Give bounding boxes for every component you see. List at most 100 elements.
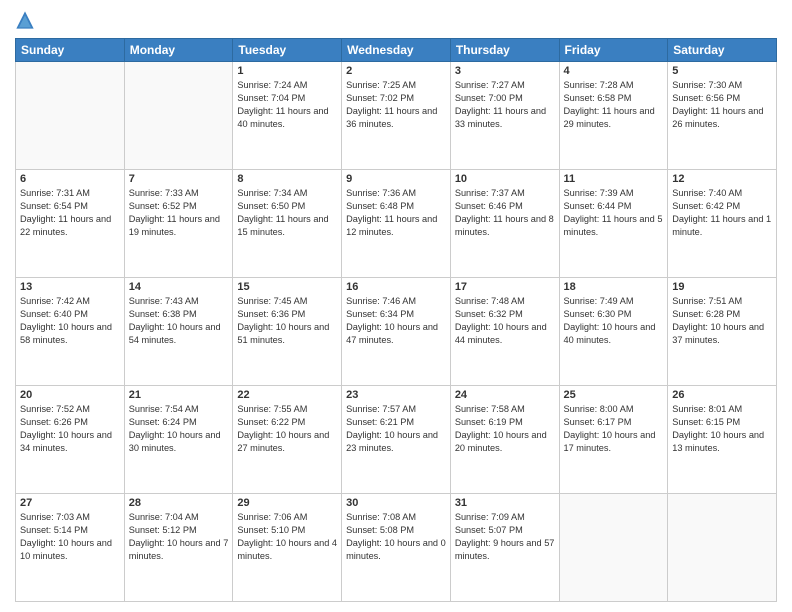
day-number: 23 — [346, 389, 446, 401]
day-number: 16 — [346, 281, 446, 293]
calendar-cell — [16, 62, 125, 170]
day-info: Sunrise: 7:55 AMSunset: 6:22 PMDaylight:… — [237, 403, 337, 455]
day-info: Sunrise: 7:27 AMSunset: 7:00 PMDaylight:… — [455, 79, 555, 131]
day-number: 30 — [346, 497, 446, 509]
calendar-cell: 26Sunrise: 8:01 AMSunset: 6:15 PMDayligh… — [668, 386, 777, 494]
calendar-cell — [559, 494, 668, 602]
calendar-cell: 22 Sunrise: 7:55 AMSunset: 6:22 PMDayligh… — [233, 386, 342, 494]
day-info: Sunrise: 7:03 AMSunset: 5:14 PMDaylight:… — [20, 511, 120, 563]
day-number: 12 — [672, 173, 772, 185]
day-info: Sunrise: 7:58 AMSunset: 6:19 PMDaylight:… — [455, 403, 555, 455]
day-number: 17 — [455, 281, 555, 293]
calendar-cell: 21 Sunrise: 7:54 AMSunset: 6:24 PMDayligh… — [124, 386, 233, 494]
day-info: Sunrise: 7:45 AMSunset: 6:36 PMDaylight:… — [237, 295, 337, 347]
day-number: 4 — [564, 65, 664, 77]
calendar-week-2: 6 Sunrise: 7:31 AMSunset: 6:54 PMDaylight… — [16, 170, 777, 278]
calendar-cell: 10 Sunrise: 7:37 AMSunset: 6:46 PMDayligh… — [450, 170, 559, 278]
weekday-header-sunday: Sunday — [16, 39, 125, 62]
calendar-cell: 13Sunrise: 7:42 AMSunset: 6:40 PMDayligh… — [16, 278, 125, 386]
calendar-cell: 23Sunrise: 7:57 AMSunset: 6:21 PMDayligh… — [342, 386, 451, 494]
calendar-cell: 31Sunrise: 7:09 AMSunset: 5:07 PMDayligh… — [450, 494, 559, 602]
day-number: 7 — [129, 173, 229, 185]
calendar-cell: 1 Sunrise: 7:24 AMSunset: 7:04 PMDaylight… — [233, 62, 342, 170]
day-info: Sunrise: 7:24 AMSunset: 7:04 PMDaylight:… — [237, 79, 337, 131]
day-info: Sunrise: 7:30 AMSunset: 6:56 PMDaylight:… — [672, 79, 772, 131]
day-number: 27 — [20, 497, 120, 509]
day-number: 3 — [455, 65, 555, 77]
day-info: Sunrise: 7:36 AMSunset: 6:48 PMDaylight:… — [346, 187, 446, 239]
day-number: 1 — [237, 65, 337, 77]
day-info: Sunrise: 7:37 AMSunset: 6:46 PMDaylight:… — [455, 187, 555, 239]
calendar-cell: 18 Sunrise: 7:49 AMSunset: 6:30 PMDayligh… — [559, 278, 668, 386]
weekday-header-row: SundayMondayTuesdayWednesdayThursdayFrid… — [16, 39, 777, 62]
day-info: Sunrise: 7:28 AMSunset: 6:58 PMDaylight:… — [564, 79, 664, 131]
day-info: Sunrise: 7:25 AMSunset: 7:02 PMDaylight:… — [346, 79, 446, 131]
day-info: Sunrise: 7:40 AMSunset: 6:42 PMDaylight:… — [672, 187, 772, 239]
calendar-cell: 25Sunrise: 8:00 AMSunset: 6:17 PMDayligh… — [559, 386, 668, 494]
calendar-cell: 9 Sunrise: 7:36 AMSunset: 6:48 PMDaylight… — [342, 170, 451, 278]
calendar-cell: 14Sunrise: 7:43 AMSunset: 6:38 PMDayligh… — [124, 278, 233, 386]
weekday-header-wednesday: Wednesday — [342, 39, 451, 62]
day-number: 28 — [129, 497, 229, 509]
weekday-header-thursday: Thursday — [450, 39, 559, 62]
calendar-cell: 11Sunrise: 7:39 AMSunset: 6:44 PMDayligh… — [559, 170, 668, 278]
calendar-cell: 30 Sunrise: 7:08 AMSunset: 5:08 PMDayligh… — [342, 494, 451, 602]
calendar-table: SundayMondayTuesdayWednesdayThursdayFrid… — [15, 38, 777, 602]
day-number: 26 — [672, 389, 772, 401]
weekday-header-friday: Friday — [559, 39, 668, 62]
calendar-cell: 12 Sunrise: 7:40 AMSunset: 6:42 PMDayligh… — [668, 170, 777, 278]
weekday-header-saturday: Saturday — [668, 39, 777, 62]
day-number: 22 — [237, 389, 337, 401]
day-info: Sunrise: 7:08 AMSunset: 5:08 PMDaylight:… — [346, 511, 446, 563]
day-number: 19 — [672, 281, 772, 293]
calendar-cell: 4 Sunrise: 7:28 AMSunset: 6:58 PMDaylight… — [559, 62, 668, 170]
calendar-cell: 29 Sunrise: 7:06 AMSunset: 5:10 PMDayligh… — [233, 494, 342, 602]
weekday-header-monday: Monday — [124, 39, 233, 62]
day-number: 21 — [129, 389, 229, 401]
day-info: Sunrise: 7:34 AMSunset: 6:50 PMDaylight:… — [237, 187, 337, 239]
day-number: 9 — [346, 173, 446, 185]
calendar-cell — [124, 62, 233, 170]
day-number: 24 — [455, 389, 555, 401]
calendar-cell: 20Sunrise: 7:52 AMSunset: 6:26 PMDayligh… — [16, 386, 125, 494]
day-number: 8 — [237, 173, 337, 185]
weekday-header-tuesday: Tuesday — [233, 39, 342, 62]
day-number: 6 — [20, 173, 120, 185]
day-info: Sunrise: 7:52 AMSunset: 6:26 PMDaylight:… — [20, 403, 120, 455]
day-number: 25 — [564, 389, 664, 401]
calendar-cell: 27 Sunrise: 7:03 AMSunset: 5:14 PMDayligh… — [16, 494, 125, 602]
calendar-cell: 6 Sunrise: 7:31 AMSunset: 6:54 PMDaylight… — [16, 170, 125, 278]
day-number: 29 — [237, 497, 337, 509]
calendar-week-5: 27 Sunrise: 7:03 AMSunset: 5:14 PMDayligh… — [16, 494, 777, 602]
calendar-cell: 17 Sunrise: 7:48 AMSunset: 6:32 PMDayligh… — [450, 278, 559, 386]
day-number: 18 — [564, 281, 664, 293]
day-info: Sunrise: 7:46 AMSunset: 6:34 PMDaylight:… — [346, 295, 446, 347]
day-info: Sunrise: 7:04 AMSunset: 5:12 PMDaylight:… — [129, 511, 229, 563]
calendar-cell: 16 Sunrise: 7:46 AMSunset: 6:34 PMDayligh… — [342, 278, 451, 386]
day-info: Sunrise: 7:42 AMSunset: 6:40 PMDaylight:… — [20, 295, 120, 347]
calendar-cell: 5 Sunrise: 7:30 AMSunset: 6:56 PMDaylight… — [668, 62, 777, 170]
calendar-cell: 8 Sunrise: 7:34 AMSunset: 6:50 PMDaylight… — [233, 170, 342, 278]
day-info: Sunrise: 7:31 AMSunset: 6:54 PMDaylight:… — [20, 187, 120, 239]
header — [15, 10, 777, 30]
calendar-cell: 28 Sunrise: 7:04 AMSunset: 5:12 PMDayligh… — [124, 494, 233, 602]
day-info: Sunrise: 7:06 AMSunset: 5:10 PMDaylight:… — [237, 511, 337, 563]
day-number: 11 — [564, 173, 664, 185]
day-number: 2 — [346, 65, 446, 77]
calendar-page: SundayMondayTuesdayWednesdayThursdayFrid… — [0, 0, 792, 612]
day-info: Sunrise: 7:51 AMSunset: 6:28 PMDaylight:… — [672, 295, 772, 347]
day-info: Sunrise: 7:54 AMSunset: 6:24 PMDaylight:… — [129, 403, 229, 455]
logo-icon — [15, 10, 35, 30]
logo — [15, 10, 39, 30]
calendar-week-4: 20Sunrise: 7:52 AMSunset: 6:26 PMDayligh… — [16, 386, 777, 494]
calendar-cell: 24 Sunrise: 7:58 AMSunset: 6:19 PMDayligh… — [450, 386, 559, 494]
day-info: Sunrise: 7:48 AMSunset: 6:32 PMDaylight:… — [455, 295, 555, 347]
day-number: 14 — [129, 281, 229, 293]
calendar-cell: 3 Sunrise: 7:27 AMSunset: 7:00 PMDaylight… — [450, 62, 559, 170]
day-number: 5 — [672, 65, 772, 77]
calendar-week-1: 1 Sunrise: 7:24 AMSunset: 7:04 PMDaylight… — [16, 62, 777, 170]
day-info: Sunrise: 7:49 AMSunset: 6:30 PMDaylight:… — [564, 295, 664, 347]
day-number: 15 — [237, 281, 337, 293]
calendar-cell: 19 Sunrise: 7:51 AMSunset: 6:28 PMDayligh… — [668, 278, 777, 386]
day-number: 10 — [455, 173, 555, 185]
